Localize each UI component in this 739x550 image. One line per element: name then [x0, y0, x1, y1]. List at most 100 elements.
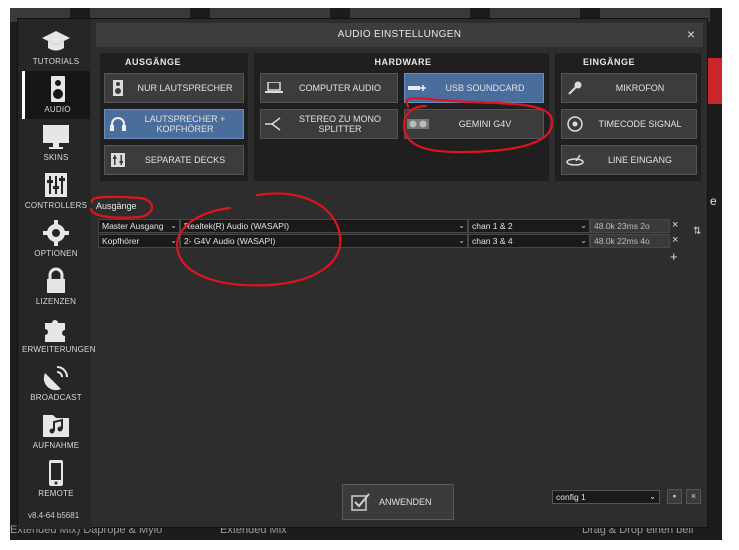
laptop-icon: [261, 82, 287, 94]
outputs-group-title: AUSGÄNGE: [114, 55, 192, 69]
checkbox-check-icon: [343, 493, 379, 511]
hardware-group-title: HARDWARE: [364, 55, 442, 69]
output-select[interactable]: Master Ausgang ⌄: [98, 219, 180, 233]
device-select-value: 2- G4V Audio (WASAPI): [184, 236, 276, 246]
sidebar-item-label: SKINS: [43, 153, 69, 162]
device-select[interactable]: 2- G4V Audio (WASAPI) ⌄: [180, 234, 468, 248]
lautsprecher-kopfhoerer-button[interactable]: LAUTSPRECHER + KOPFHÖRER: [104, 109, 244, 139]
usb-icon: [405, 83, 431, 93]
sidebar-item-erweiterungen[interactable]: ERWEITERUNGEN: [22, 311, 96, 359]
bg-deck-fader: [708, 58, 722, 104]
channel-select[interactable]: chan 1 & 2 ⌄: [468, 219, 590, 233]
sidebar-item-label: OPTIONEN: [34, 249, 78, 258]
device-select[interactable]: Realtek(R) Audio (WASAPI) ⌄: [180, 219, 468, 233]
sidebar-item-label: TUTORIALS: [32, 57, 80, 66]
inputs-group-title: EINGÄNGE: [570, 55, 648, 69]
speaker-icon: [50, 76, 65, 102]
close-icon[interactable]: ×: [687, 26, 695, 42]
turntable-icon: [562, 154, 588, 166]
satellite-dish-icon: [43, 366, 68, 391]
mikrofon-button[interactable]: MIKROFON: [561, 73, 697, 103]
output-select-value: Master Ausgang: [102, 221, 164, 231]
button-label: GEMINI G4V: [458, 119, 512, 129]
chevron-down-icon: ⌄: [170, 221, 177, 230]
mixer-icon: [105, 153, 131, 167]
sidebar-item-label: BROADCAST: [30, 393, 82, 402]
splitter-icon: [261, 117, 287, 131]
sidebar-item-label: AUDIO: [44, 105, 71, 114]
output-select[interactable]: Kopfhörer ⌄: [98, 234, 180, 248]
computer-audio-button[interactable]: COMPUTER AUDIO: [260, 73, 398, 103]
swap-rows-icon[interactable]: ⇅: [693, 226, 701, 237]
chevron-down-icon: ⌄: [458, 236, 465, 245]
music-folder-icon: [43, 415, 69, 437]
sidebar-item-label: AUFNAHME: [32, 441, 80, 450]
button-label: STEREO ZU MONO SPLITTER: [298, 114, 381, 134]
config-select-value: config 1: [556, 492, 586, 502]
button-label: NUR LAUTSPRECHER: [137, 83, 233, 93]
sidebar-item-skins[interactable]: SKINS: [22, 119, 90, 167]
config-select[interactable]: config 1 ⌄: [552, 490, 660, 504]
version-label: v8.4-64 b5681: [28, 511, 80, 520]
phone-icon: [49, 460, 63, 486]
delete-config-icon[interactable]: ×: [686, 489, 701, 504]
chevron-down-icon: ⌄: [458, 221, 465, 230]
puzzle-icon: [45, 320, 65, 342]
gear-icon: [43, 220, 69, 246]
output-select-value: Kopfhörer: [102, 236, 140, 246]
channel-select-value: chan 1 & 2: [472, 221, 513, 231]
nur-lautsprecher-button[interactable]: NUR LAUTSPRECHER: [104, 73, 244, 103]
chevron-down-icon: ⌄: [580, 236, 587, 245]
controller-icon: [405, 117, 431, 131]
sidebar-item-label: CONTROLLERS: [24, 201, 88, 210]
sidebar-item-controllers[interactable]: CONTROLLERS: [22, 167, 90, 215]
device-info: 48.0k 22ms 4o: [590, 234, 670, 248]
monitor-icon: [43, 125, 69, 149]
remove-row-icon[interactable]: ×: [672, 219, 678, 231]
stereo-mono-splitter-button[interactable]: STEREO ZU MONO SPLITTER: [260, 109, 398, 139]
microphone-icon: [562, 81, 588, 95]
headphones-icon: [105, 117, 131, 131]
button-label: MIKROFON: [615, 83, 665, 93]
lock-icon: [47, 267, 65, 293]
outputs-table: Master Ausgang ⌄ Realtek(R) Audio (WASAPI…: [96, 217, 703, 467]
button-label: COMPUTER AUDIO: [298, 83, 381, 93]
sidebar-item-remote[interactable]: REMOTE: [22, 455, 90, 503]
sidebar-item-audio[interactable]: AUDIO: [22, 71, 90, 119]
timecode-signal-button[interactable]: TIMECODE SIGNAL: [561, 109, 697, 139]
device-info: 48.0k 23ms 2o: [590, 219, 670, 233]
separate-decks-button[interactable]: SEPARATE DECKS: [104, 145, 244, 175]
gemini-g4v-button[interactable]: GEMINI G4V: [404, 109, 544, 139]
chevron-down-icon: ⌄: [580, 221, 587, 230]
button-label: TIMECODE SIGNAL: [598, 119, 682, 129]
dialog-title: AUDIO EINSTELLUNGEN: [337, 29, 462, 40]
vinyl-icon: [562, 116, 588, 132]
audio-settings-dialog: TUTORIALS AUDIO SKINS CONTROLLERS OPTION…: [17, 18, 708, 529]
speaker-icon: [105, 80, 131, 96]
sidebar-item-optionen[interactable]: OPTIONEN: [22, 215, 90, 263]
sidebar-item-tutorials[interactable]: TUTORIALS: [22, 23, 90, 71]
line-eingang-button[interactable]: LINE EINGANG: [561, 145, 697, 175]
button-label: USB SOUNDCARD: [445, 83, 525, 93]
button-label: LAUTSPRECHER + KOPFHÖRER: [144, 114, 226, 134]
button-label: SEPARATE DECKS: [144, 155, 226, 165]
apply-label: ANWENDEN: [379, 497, 432, 507]
usb-soundcard-button[interactable]: USB SOUNDCARD: [404, 73, 544, 103]
sidebar-item-label: LIZENZEN: [35, 297, 77, 306]
bg-side-text: e: [710, 194, 717, 208]
sidebar-item-label: ERWEITERUNGEN: [22, 345, 96, 354]
graduation-cap-icon: [42, 31, 70, 51]
chevron-down-icon: ⌄: [649, 492, 656, 501]
settings-sidebar: TUTORIALS AUDIO SKINS CONTROLLERS OPTION…: [18, 19, 96, 529]
outputs-section-label: Ausgänge: [96, 201, 137, 211]
dialog-titlebar: AUDIO EINSTELLUNGEN ×: [96, 23, 703, 47]
device-select-value: Realtek(R) Audio (WASAPI): [184, 221, 290, 231]
sidebar-item-broadcast[interactable]: BROADCAST: [22, 359, 90, 407]
sidebar-item-lizenzen[interactable]: LIZENZEN: [22, 263, 90, 311]
sidebar-item-aufnahme[interactable]: AUFNAHME: [22, 407, 90, 455]
apply-button[interactable]: ANWENDEN: [342, 484, 454, 520]
save-config-icon[interactable]: ▪: [667, 489, 682, 504]
add-output-icon[interactable]: +: [670, 249, 678, 264]
channel-select[interactable]: chan 3 & 4 ⌄: [468, 234, 590, 248]
remove-row-icon[interactable]: ×: [672, 234, 678, 246]
